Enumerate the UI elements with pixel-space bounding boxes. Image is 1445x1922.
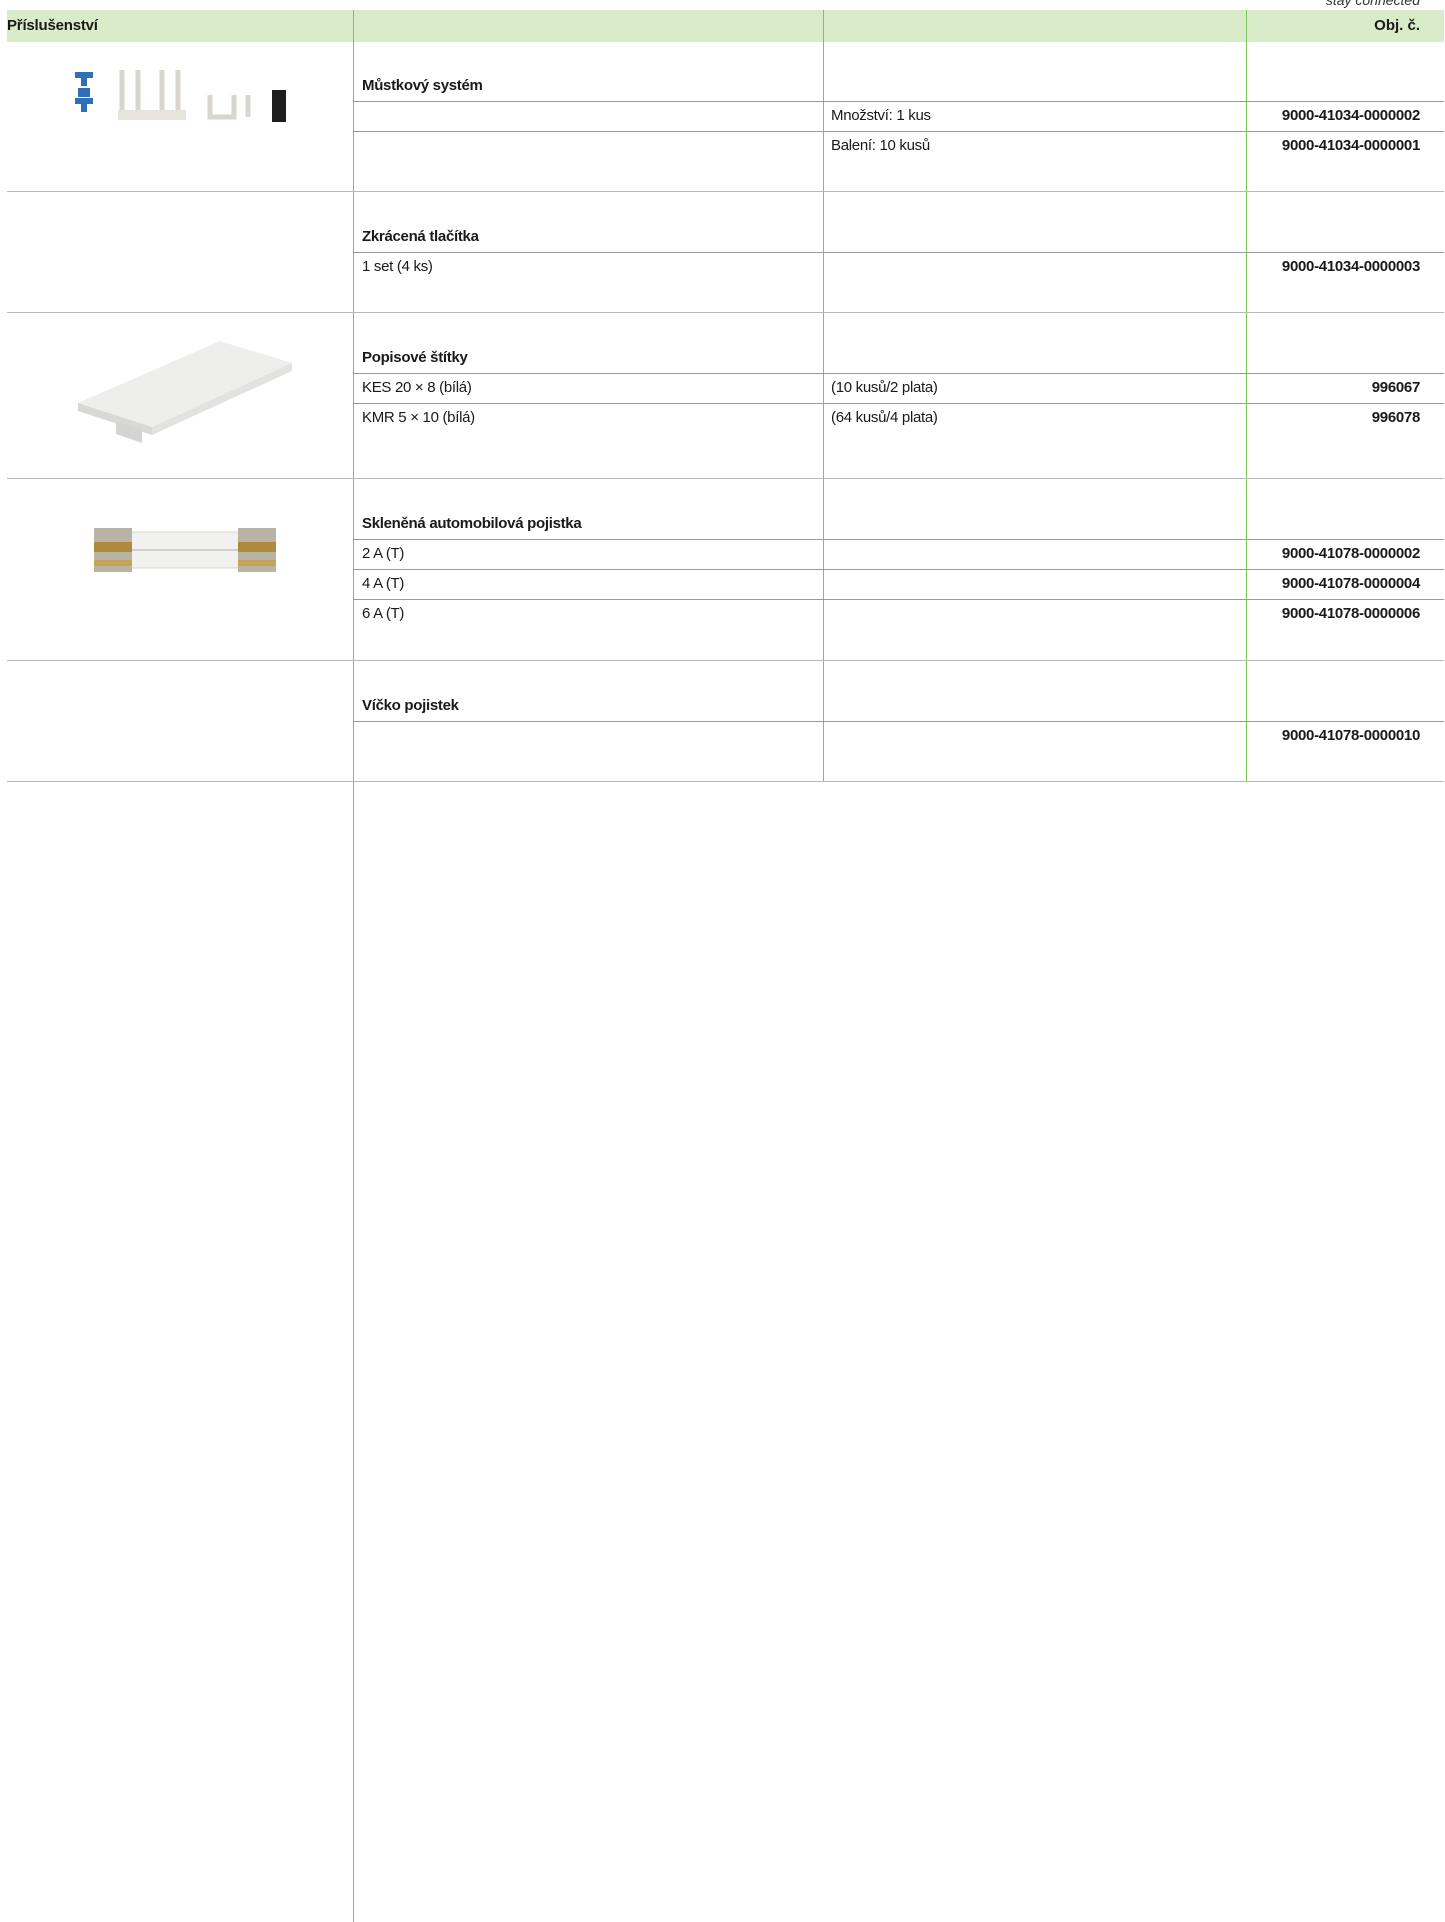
row-rule: [353, 252, 1444, 253]
brand-tagline: stay connected: [1325, 0, 1420, 8]
row-rule: [353, 373, 1444, 374]
order-code: 9000-41034-0000002: [1281, 107, 1420, 124]
order-code: 996067: [1371, 379, 1421, 396]
order-code: 9000-41078-0000004: [1281, 575, 1420, 592]
row-rule: [353, 569, 1444, 570]
row-description: 1 set (4 ks): [362, 258, 433, 275]
section-separator: [7, 478, 1444, 479]
section-separator: [7, 660, 1444, 661]
column-divider: [823, 10, 824, 781]
row-description: KMR 5 × 10 (bílá): [362, 409, 475, 426]
order-code: 9000-41034-0000003: [1281, 258, 1420, 275]
section-title: Zkrácená tlačítka: [362, 228, 479, 245]
order-code: 996078: [1371, 409, 1421, 426]
header-order-number: Obj. č.: [1374, 17, 1420, 34]
row-description: 6 A (T): [362, 605, 405, 622]
column-divider: [1246, 10, 1247, 781]
header-accessories: Příslušenství: [7, 17, 98, 34]
row-rule: [353, 131, 1444, 132]
row-description: KES 20 × 8 (bílá): [362, 379, 472, 396]
label-tag-image: [70, 335, 300, 450]
section-title: Víčko pojistek: [362, 697, 459, 714]
order-code: 9000-41034-0000001: [1281, 137, 1420, 154]
section-separator: [7, 781, 1444, 782]
section-separator: [7, 191, 1444, 192]
row-packaging: (10 kusů/2 plata): [831, 379, 938, 396]
section-separator: [7, 312, 1444, 313]
glass-fuse-image: [90, 520, 280, 585]
bridge-system-image: [70, 60, 310, 145]
section-title: Můstkový systém: [362, 77, 483, 94]
row-packaging: Balení: 10 kusů: [831, 137, 930, 154]
order-code: 9000-41078-0000002: [1281, 545, 1420, 562]
row-packaging: Množství: 1 kus: [831, 107, 931, 124]
row-description: 2 A (T): [362, 545, 405, 562]
row-rule: [353, 403, 1444, 404]
section-title: Popisové štítky: [362, 349, 468, 366]
row-rule: [353, 599, 1444, 600]
column-divider: [353, 10, 354, 1922]
row-rule: [353, 101, 1444, 102]
table-header-bar: [7, 10, 1444, 42]
row-description: 4 A (T): [362, 575, 405, 592]
row-rule: [353, 539, 1444, 540]
section-title: Skleněná automobilová pojistka: [362, 515, 582, 532]
order-code: 9000-41078-0000006: [1281, 605, 1420, 622]
row-packaging: (64 kusů/4 plata): [831, 409, 938, 426]
row-rule: [353, 721, 1444, 722]
order-code: 9000-41078-0000010: [1281, 727, 1420, 744]
